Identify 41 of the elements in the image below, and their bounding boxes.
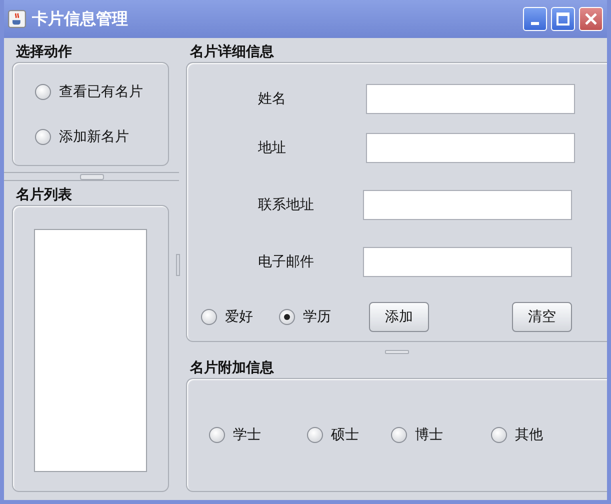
action-button[interactable]: 添加 <box>369 302 429 332</box>
radio-option[interactable]: 博士 <box>391 426 443 444</box>
radio-option[interactable]: 学历 <box>279 308 331 326</box>
radio-option[interactable]: 添加新名片 <box>35 128 168 146</box>
minimize-button[interactable] <box>523 7 547 31</box>
field-label: 地址 <box>257 138 287 156</box>
radio-button[interactable] <box>391 427 407 443</box>
radio-button[interactable] <box>35 128 51 144</box>
action-button[interactable]: 清空 <box>512 302 572 332</box>
maximize-icon <box>556 12 570 26</box>
radio-option[interactable]: 硕士 <box>307 426 359 444</box>
group-title: 名片附加信息 <box>188 360 275 376</box>
radio-button[interactable] <box>209 427 225 443</box>
radio-button[interactable] <box>307 427 323 443</box>
close-icon <box>584 12 598 26</box>
radio-button[interactable] <box>35 84 51 100</box>
window-title: 卡片信息管理 <box>32 8 128 30</box>
coffee-cup-icon <box>8 10 26 28</box>
close-button[interactable] <box>579 7 603 31</box>
radio-option[interactable]: 学士 <box>209 426 261 444</box>
text-field[interactable] <box>363 190 572 220</box>
radio-option[interactable]: 查看已有名片 <box>35 82 168 100</box>
group-title: 名片列表 <box>14 187 73 203</box>
radio-button[interactable] <box>491 427 507 443</box>
text-field[interactable] <box>366 132 575 162</box>
text-field[interactable] <box>366 84 575 114</box>
field-label: 电子邮件 <box>257 252 315 270</box>
field-label: 姓名 <box>257 90 287 108</box>
radio-button[interactable] <box>201 309 217 325</box>
group-title: 名片详细信息 <box>188 44 275 60</box>
maximize-button[interactable] <box>551 7 575 31</box>
radio-option[interactable]: 爱好 <box>201 308 253 326</box>
splitter-handle[interactable] <box>4 172 179 181</box>
radio-button[interactable] <box>279 309 295 325</box>
field-label: 联系地址 <box>257 196 315 214</box>
splitter-handle[interactable] <box>176 254 180 276</box>
text-field[interactable] <box>363 246 572 276</box>
group-title: 选择动作 <box>15 44 73 60</box>
card-list[interactable] <box>34 229 147 472</box>
radio-option[interactable]: 其他 <box>491 426 543 444</box>
minimize-icon <box>531 22 539 24</box>
